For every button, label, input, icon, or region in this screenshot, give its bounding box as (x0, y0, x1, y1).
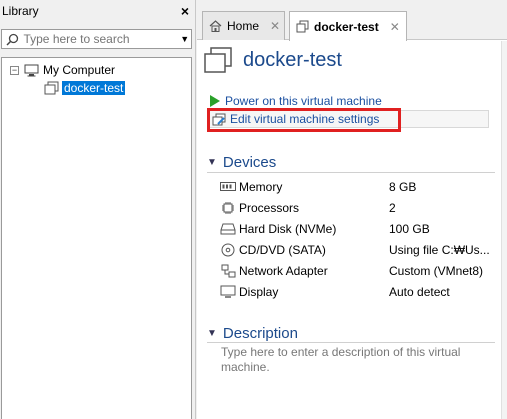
tree-item-label: docker-test (62, 81, 126, 95)
device-row-memory[interactable]: Memory 8 GB (219, 176, 499, 197)
vm-actions: Power on this virtual machine Edit virtu… (207, 92, 491, 132)
collapse-triangle-icon: ▼ (207, 328, 217, 339)
power-on-label: Power on this virtual machine (225, 94, 382, 108)
vm-title-row: docker-test (203, 46, 342, 74)
hard-disk-icon (219, 223, 237, 235)
power-on-button[interactable]: Power on this virtual machine (209, 92, 491, 110)
vm-large-icon (203, 46, 233, 74)
device-value: 8 GB (389, 179, 417, 194)
device-value: Auto detect (389, 284, 450, 299)
vm-title: docker-test (243, 48, 342, 71)
memory-icon (219, 181, 237, 192)
library-search-box[interactable]: ▼ (1, 29, 192, 49)
computer-icon (24, 64, 39, 77)
device-name: Processors (239, 200, 300, 215)
processor-icon (219, 201, 237, 215)
devices-section-header[interactable]: ▼ Devices (207, 154, 276, 171)
vm-icon (296, 20, 309, 33)
tree-item-docker-test[interactable]: docker-test (44, 80, 126, 96)
devices-heading: Devices (222, 154, 277, 171)
device-name: CD/DVD (SATA) (239, 242, 326, 257)
search-dropdown-icon[interactable]: ▼ (178, 34, 191, 44)
description-input[interactable]: Type here to enter a description of this… (221, 345, 491, 375)
cd-dvd-icon (219, 243, 237, 257)
vertical-scrollbar[interactable] (501, 41, 507, 419)
description-heading: Description (222, 325, 298, 342)
device-value: Custom (VMnet8) (389, 263, 484, 278)
library-pane: Library × ▼ − My Computer docker-test (0, 0, 196, 419)
edit-settings-button[interactable]: Edit virtual machine settings (207, 108, 489, 132)
library-search-input[interactable] (23, 32, 179, 46)
device-value: Using file C:₩Us... (389, 242, 490, 257)
tab-docker-test[interactable]: docker-test ✕ (289, 11, 407, 41)
vm-icon (44, 81, 59, 95)
tree-item-label: My Computer (43, 63, 116, 77)
tab-bar: Home ✕ docker-test ✕ (197, 0, 507, 41)
library-tree: − My Computer docker-test (1, 57, 192, 419)
device-row-hard-disk[interactable]: Hard Disk (NVMe) 100 GB (219, 218, 499, 239)
vm-content-pane: Home ✕ docker-test ✕ docker-test Power o… (197, 0, 507, 419)
tab-label: docker-test (314, 19, 379, 34)
device-row-display[interactable]: Display Auto detect (219, 281, 499, 302)
device-row-cd-dvd[interactable]: CD/DVD (SATA) Using file C:₩Us... (219, 239, 499, 260)
device-value: 100 GB (389, 221, 430, 236)
tab-label: Home (227, 19, 260, 33)
home-icon (209, 20, 222, 32)
play-icon (209, 95, 221, 107)
library-header: Library × (0, 0, 195, 22)
network-adapter-icon (219, 264, 237, 278)
section-divider (207, 172, 495, 173)
device-value: 2 (389, 200, 396, 215)
edit-settings-icon (212, 113, 226, 126)
close-icon[interactable]: ✕ (270, 19, 280, 33)
device-name: Display (239, 284, 279, 299)
description-section-header[interactable]: ▼ Description (207, 325, 298, 342)
tree-item-my-computer[interactable]: − My Computer (10, 62, 115, 78)
device-row-processors[interactable]: Processors 2 (219, 197, 499, 218)
edit-settings-label: Edit virtual machine settings (230, 112, 380, 126)
display-icon (219, 285, 237, 298)
library-close-button[interactable]: × (181, 3, 189, 19)
device-name: Hard Disk (NVMe) (239, 221, 337, 236)
device-row-network-adapter[interactable]: Network Adapter Custom (VMnet8) (219, 260, 499, 281)
devices-list: Memory 8 GB Processors 2 Hard Disk (NVMe… (219, 176, 499, 302)
collapse-triangle-icon: ▼ (207, 157, 217, 168)
search-icon (2, 33, 23, 46)
tab-home[interactable]: Home ✕ (202, 11, 285, 40)
device-name: Network Adapter (239, 263, 328, 278)
close-icon[interactable]: ✕ (390, 20, 400, 34)
library-title: Library (2, 4, 39, 18)
device-name: Memory (239, 179, 283, 194)
tree-collapse-toggle[interactable]: − (10, 65, 19, 75)
section-divider (207, 342, 495, 343)
